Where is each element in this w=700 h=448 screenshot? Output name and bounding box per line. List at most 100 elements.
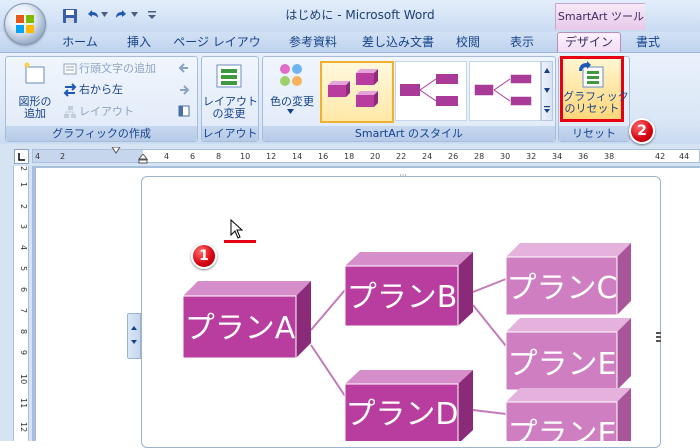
ruler-number: 4 <box>19 245 28 251</box>
connector-b-e <box>472 304 507 347</box>
style-thumb-outline[interactable] <box>469 61 541 121</box>
tab-home[interactable]: ホーム <box>58 33 102 52</box>
first-line-indent-marker[interactable] <box>111 147 121 163</box>
change-layout-button[interactable]: レイアウト の変更 <box>203 96 258 120</box>
office-logo-icon <box>16 15 34 33</box>
customize-qat-icon[interactable] <box>148 10 156 20</box>
ruler-number: 5 <box>19 266 28 272</box>
add-bullet-button[interactable]: 行頭文字の追加 <box>79 61 156 77</box>
office-button[interactable] <box>4 3 46 45</box>
expand-arrows-icon <box>131 326 137 344</box>
change-layout-icon <box>216 64 242 88</box>
ruler-number: 4 <box>35 152 41 161</box>
style-3d-preview <box>328 69 378 107</box>
undo-dropdown-icon[interactable] <box>101 12 108 18</box>
box-label-a: プランA <box>185 311 296 346</box>
save-icon[interactable] <box>62 8 78 24</box>
layout-small-button[interactable]: レイアウト <box>79 104 134 120</box>
text-pane-toggle[interactable] <box>127 313 141 359</box>
tab-mailings[interactable]: 差し込み文書 <box>360 33 436 52</box>
add-bullet-icon <box>63 63 77 75</box>
smartart-tools-label: SmartArt ツール <box>555 3 647 30</box>
redo-icon[interactable] <box>114 8 130 24</box>
horizontal-ruler[interactable]: 4 2 4 6 8 10 12 14 16 18 20 22 24 26 28 … <box>32 147 700 164</box>
box-plan-e-1[interactable]: プランE <box>505 318 631 391</box>
window-title: はじめに - Microsoft Word <box>285 8 435 22</box>
callout-2-badge: 2 <box>629 118 655 144</box>
ruler-number: 11 <box>19 398 28 409</box>
redo-dropdown-icon[interactable] <box>131 12 138 18</box>
change-colors-icon <box>280 64 302 86</box>
gallery-down-icon[interactable] <box>544 88 550 93</box>
ruler-number: 22 <box>396 152 407 161</box>
tab-design[interactable]: デザイン <box>557 32 621 53</box>
ruler-number: 34 <box>552 152 563 161</box>
tab-format[interactable]: 書式 <box>622 33 674 52</box>
ruler-left-margin <box>33 150 143 162</box>
right-to-left-icon <box>63 83 77 97</box>
reset-graphic-button[interactable]: グラフィック のリセット <box>560 56 629 122</box>
demote-icon[interactable] <box>178 84 190 96</box>
ruler-number: 28 <box>474 152 485 161</box>
smartart-diagram[interactable]: プランA プランB プランC プランE プランD プランE <box>142 178 658 441</box>
box-label-e-2: プランE <box>508 417 617 441</box>
ruler-number: 18 <box>344 152 355 161</box>
group-label-layouts: レイアウト <box>202 126 258 141</box>
ruler-number: 42 <box>655 152 666 161</box>
add-shape-icon <box>24 62 45 84</box>
ruler-number: 4 <box>164 152 170 161</box>
right-to-left-button[interactable]: 右から左 <box>79 82 123 98</box>
connector-d-e <box>472 409 507 415</box>
reset-graphic-label: グラフィック のリセット <box>563 90 629 115</box>
ruler-number: 12 <box>266 152 277 161</box>
box-plan-b[interactable]: プランB <box>344 252 473 327</box>
box-plan-d[interactable]: プランD <box>344 370 473 441</box>
group-label-create-graphic: グラフィックの作成 <box>6 126 197 141</box>
callout-1-underline <box>224 240 256 243</box>
reset-graphic-icon <box>579 61 604 88</box>
vertical-ruler[interactable]: 2 1 2 3 4 5 6 7 8 9 10 11 12 <box>13 166 29 441</box>
ruler-number: 44 <box>679 152 690 161</box>
ruler-number: 9 <box>19 350 28 356</box>
gallery-up-icon[interactable] <box>544 68 550 73</box>
box-plan-a[interactable]: プランA <box>182 281 311 359</box>
tab-review[interactable]: 校閲 <box>452 33 484 52</box>
ruler-number: 1 <box>19 182 28 188</box>
style-thumb-3d[interactable] <box>320 61 394 123</box>
connector-a-d <box>310 344 346 397</box>
gallery-more-icon[interactable] <box>544 106 550 114</box>
undo-icon[interactable] <box>84 8 100 24</box>
box-label-c: プランC <box>507 271 618 306</box>
style-thumb-flat[interactable] <box>395 61 467 121</box>
tab-insert[interactable]: 挿入 <box>122 33 156 52</box>
ruler-number: 30 <box>500 152 511 161</box>
style-outline-preview <box>473 73 533 107</box>
change-colors-dropdown-icon[interactable] <box>287 109 294 114</box>
ruler-number: 14 <box>292 152 303 161</box>
ruler-number: 6 <box>19 287 28 293</box>
mouse-cursor-icon <box>230 219 244 239</box>
ruler-number: 12 <box>19 422 28 433</box>
style-flat-preview <box>400 74 458 106</box>
ruler-number: 32 <box>526 152 537 161</box>
box-label-b: プランB <box>347 280 458 315</box>
tab-page-layout[interactable]: ページ レイアウト <box>173 33 261 68</box>
ruler-number: 2 <box>19 166 28 172</box>
styles-gallery-scroll[interactable] <box>541 61 553 121</box>
box-label-e-1: プランE <box>508 347 617 382</box>
add-shape-button[interactable]: 図形の 追加 <box>12 96 58 120</box>
tab-view[interactable]: 表示 <box>506 33 538 52</box>
box-plan-e-2[interactable]: プランE <box>505 388 631 441</box>
promote-icon[interactable] <box>178 62 190 74</box>
window-controls <box>645 0 700 32</box>
text-pane-icon[interactable] <box>178 105 190 117</box>
hanging-indent-marker[interactable] <box>138 154 148 164</box>
tab-selector[interactable] <box>14 149 29 164</box>
ruler-number: 8 <box>19 329 28 335</box>
ruler-number: 20 <box>370 152 381 161</box>
group-label-reset: リセット <box>559 126 629 141</box>
change-colors-button[interactable]: 色の変更 <box>266 96 318 108</box>
tab-references[interactable]: 参考資料 <box>282 33 344 52</box>
box-plan-c[interactable]: プランC <box>505 243 631 316</box>
connector-b-c <box>472 278 507 293</box>
